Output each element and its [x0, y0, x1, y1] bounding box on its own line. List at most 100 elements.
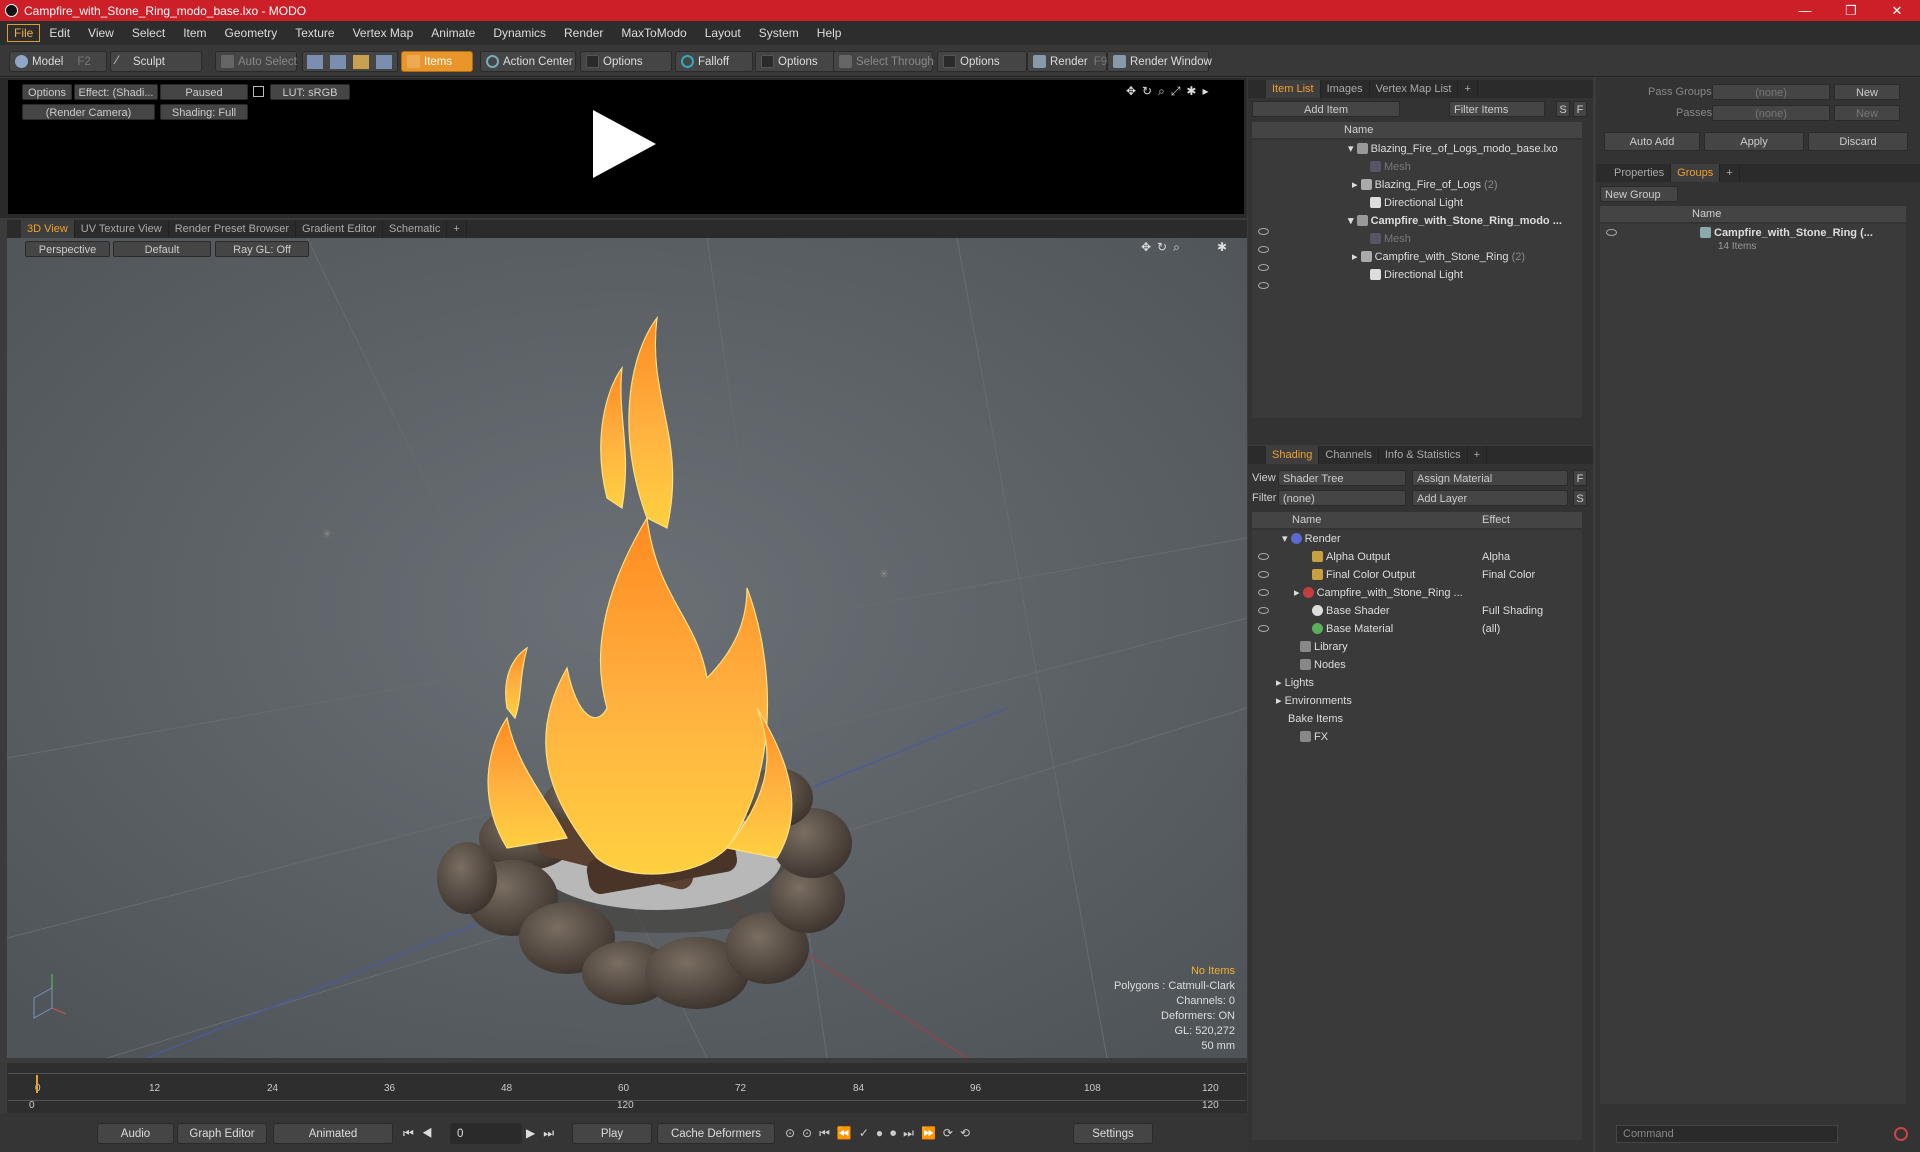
base-material-row[interactable]: Base Material (all) [1312, 620, 1582, 638]
apply-button[interactable]: Apply [1704, 132, 1804, 151]
scene-root-row[interactable]: ▾ Campfire_with_Stone_Ring_modo ... [1348, 212, 1562, 230]
preview-paused-button[interactable]: Paused [160, 84, 248, 100]
visibility-eye-icon[interactable] [1258, 282, 1269, 289]
group-row[interactable]: ▸ Campfire_with_Stone_Ring (2) [1352, 248, 1525, 266]
visibility-eye-icon[interactable] [1258, 553, 1269, 560]
play-icon[interactable] [593, 110, 656, 178]
minimize-button[interactable]: — [1782, 0, 1828, 21]
new-pass-group-button[interactable]: New [1834, 84, 1900, 100]
close-button[interactable]: ✕ [1874, 0, 1920, 21]
falloff-options-button[interactable]: Options [755, 51, 837, 72]
add-tab-button[interactable]: + [447, 220, 467, 238]
polygons-mode-icon[interactable] [353, 55, 369, 69]
add-tab-button[interactable]: + [1720, 164, 1740, 182]
new-pass-button[interactable]: New [1834, 105, 1900, 121]
mesh-row[interactable]: Mesh [1370, 230, 1411, 248]
directional-light-row[interactable]: Directional Light [1370, 194, 1463, 212]
alpha-output-row[interactable]: Alpha Output Alpha [1312, 548, 1582, 566]
playback-tool-icons[interactable]: ⊙⊙⏮⏪✓●⏺⏭⏩⟳⟲ [785, 1126, 977, 1141]
filter-s-button[interactable]: S [1556, 101, 1570, 117]
graph-editor-button[interactable]: Graph Editor [177, 1123, 267, 1144]
menu-animate[interactable]: Animate [422, 24, 484, 42]
view-dropdown[interactable]: Shader Tree [1278, 470, 1406, 486]
menu-geometry[interactable]: Geometry [216, 24, 287, 42]
menu-texture[interactable]: Texture [286, 24, 343, 42]
preview-nav-icons[interactable]: ✥↻⌕⤢✱▸ [1126, 84, 1215, 99]
scene-root-row[interactable]: ▾ Blazing_Fire_of_Logs_modo_base.lxo [1348, 140, 1558, 158]
tab-schematic[interactable]: Schematic [383, 220, 448, 238]
mesh-row[interactable]: Mesh [1370, 158, 1411, 176]
tab-vertex-map-list[interactable]: Vertex Map List [1370, 80, 1459, 98]
add-tab-button[interactable]: + [1458, 80, 1478, 98]
filter-f-button[interactable]: F [1573, 101, 1587, 117]
menu-select[interactable]: Select [123, 24, 174, 42]
material-group-row[interactable]: ▸ Campfire_with_Stone_Ring ... [1294, 584, 1582, 602]
menu-system[interactable]: System [750, 24, 808, 42]
action-center-options-button[interactable]: Options [580, 51, 672, 72]
render-window-button[interactable]: Render Window [1107, 51, 1212, 72]
shading-s-button[interactable]: S [1573, 490, 1587, 506]
menu-edit[interactable]: Edit [40, 24, 79, 42]
default-style-dropdown[interactable]: Default [113, 241, 211, 257]
visibility-eye-icon[interactable] [1258, 264, 1269, 271]
3d-viewport[interactable]: ✳ ✳ Perspective Default Ray GL: Off ✥↻⌕ … [7, 238, 1247, 1058]
passes-dropdown[interactable]: (none) [1712, 105, 1830, 121]
menu-file[interactable]: File [7, 24, 41, 42]
menu-view[interactable]: View [79, 24, 123, 42]
timeline[interactable]: 0 12 24 36 48 60 72 84 96 108 120 0 120 … [7, 1063, 1247, 1113]
render-row[interactable]: ▾ Render [1282, 530, 1582, 548]
tab-3d-view[interactable]: 3D View [21, 220, 75, 238]
tab-item-list[interactable]: Item List [1266, 80, 1321, 98]
viewport-settings-icon[interactable]: ✱ [1217, 240, 1227, 254]
visibility-eye-icon[interactable] [1258, 625, 1269, 632]
tab-render-preset-browser[interactable]: Render Preset Browser [169, 220, 297, 238]
base-shader-row[interactable]: Base Shader Full Shading [1312, 602, 1582, 620]
visibility-eye-icon[interactable] [1258, 228, 1269, 235]
viewport-nav-icons[interactable]: ✥↻⌕ [1141, 240, 1186, 255]
filter-dropdown[interactable]: (none) [1278, 490, 1406, 506]
command-input[interactable]: Command [1616, 1125, 1838, 1143]
menu-layout[interactable]: Layout [696, 24, 750, 42]
raygl-dropdown[interactable]: Ray GL: Off [215, 241, 309, 257]
tab-images[interactable]: Images [1321, 80, 1370, 98]
fx-row[interactable]: FX [1300, 728, 1328, 746]
final-color-output-row[interactable]: Final Color Output Final Color [1312, 566, 1582, 584]
preview-effect-dropdown[interactable]: Effect: (Shadi... [74, 84, 158, 100]
model-mode-button[interactable]: Model F2 [9, 51, 107, 72]
menu-dynamics[interactable]: Dynamics [484, 24, 555, 42]
materials-mode-icon[interactable] [376, 55, 392, 69]
tab-gradient-editor[interactable]: Gradient Editor [296, 220, 383, 238]
next-key-icons[interactable]: ▶⏭ [526, 1126, 562, 1141]
shading-dropdown[interactable]: Shading: Full [160, 104, 248, 120]
tab-info-statistics[interactable]: Info & Statistics [1379, 446, 1468, 464]
lights-row[interactable]: ▸ Lights [1276, 674, 1314, 692]
lock-icon[interactable] [253, 86, 264, 97]
assign-material-dropdown[interactable]: Assign Material [1412, 470, 1568, 486]
tab-channels[interactable]: Channels [1319, 446, 1379, 464]
add-layer-dropdown[interactable]: Add Layer [1412, 490, 1568, 506]
visibility-eye-icon[interactable] [1258, 589, 1269, 596]
visibility-eye-icon[interactable] [1258, 246, 1269, 253]
settings-button[interactable]: Settings [1073, 1123, 1153, 1144]
auto-select-button[interactable]: Auto Select [215, 51, 297, 72]
falloff-button[interactable]: Falloff [675, 51, 753, 72]
frame-input[interactable]: 0 [450, 1123, 522, 1144]
preview-options-button[interactable]: Options [22, 84, 72, 100]
filter-items-field[interactable]: Filter Items [1449, 101, 1545, 117]
render-button[interactable]: Render F9 [1027, 51, 1107, 72]
visibility-eye-icon[interactable] [1258, 571, 1269, 578]
new-group-button[interactable]: New Group [1600, 186, 1678, 202]
menu-maxtomodo[interactable]: MaxToModo [612, 24, 695, 42]
tab-groups[interactable]: Groups [1671, 164, 1721, 182]
record-macro-icon[interactable] [1894, 1127, 1908, 1141]
menu-help[interactable]: Help [808, 24, 851, 42]
edges-mode-icon[interactable] [330, 55, 346, 69]
add-item-dropdown[interactable]: Add Item [1252, 101, 1400, 117]
perspective-dropdown[interactable]: Perspective [25, 241, 110, 257]
select-through-options-button[interactable]: Options [937, 51, 1027, 72]
animated-dropdown[interactable]: Animated [273, 1123, 393, 1144]
render-camera-dropdown[interactable]: (Render Camera) [22, 104, 155, 120]
menu-vertex-map[interactable]: Vertex Map [344, 24, 423, 42]
visibility-eye-icon[interactable] [1606, 229, 1617, 236]
visibility-eye-icon[interactable] [1258, 607, 1269, 614]
